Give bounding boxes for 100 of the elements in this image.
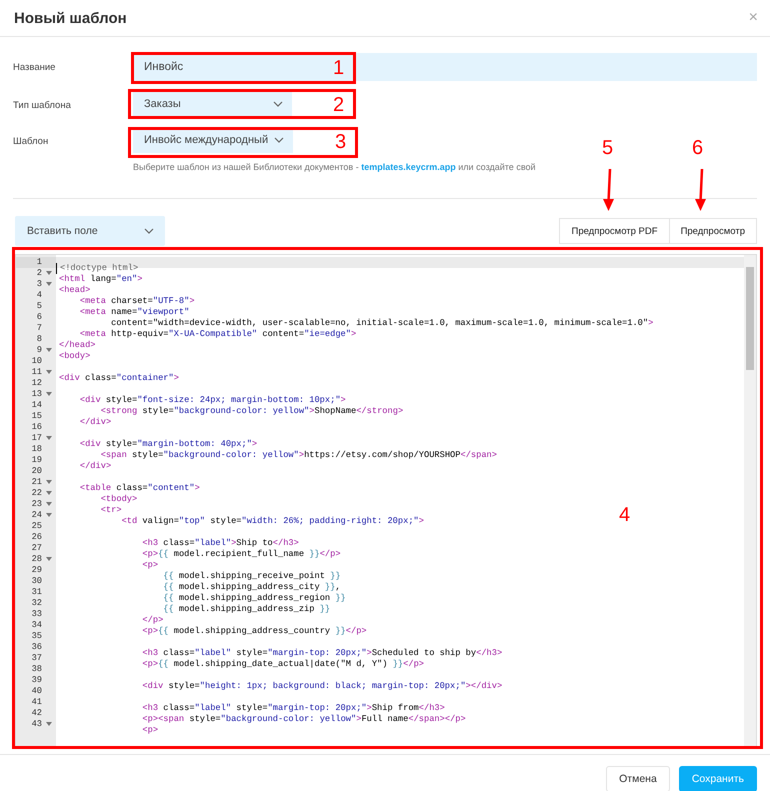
code-line: <div class="container">: [58, 373, 179, 384]
fold-arrow-icon[interactable]: [46, 370, 52, 375]
chevron-down-icon: [273, 101, 283, 107]
line-number: 12: [32, 378, 42, 389]
annotation-arrow: [601, 168, 617, 212]
code-line: <p>: [141, 725, 158, 736]
line-number: 6: [36, 312, 42, 323]
line-number: 25: [32, 521, 42, 532]
code-line: <h3 class="label" style="margin-top: 20px;">Scheduled to ship by</h3>: [141, 648, 502, 659]
fold-arrow-icon[interactable]: [46, 722, 52, 727]
fold-arrow-icon[interactable]: [46, 282, 52, 287]
chevron-down-icon: [144, 228, 154, 234]
line-number: 34: [32, 620, 42, 631]
code-line: </div>: [78, 417, 112, 428]
line-number: 40: [32, 686, 42, 697]
line-number: 43: [32, 719, 42, 730]
annotation-number: 1: [333, 58, 344, 78]
code-line: <html lang="en">: [58, 274, 142, 285]
fold-arrow-icon[interactable]: [46, 491, 52, 496]
line-number: 7: [36, 323, 42, 334]
code-line: <p>{{ model.shipping_date_actual|date("M d, Y") }}</p>: [141, 659, 424, 670]
annotation-arrow: [693, 168, 709, 212]
code-line: <p><span style="background-color: yellow">Full name</span></p>: [141, 714, 466, 725]
code-line: <meta charset="UTF-8">: [78, 296, 195, 307]
cancel-button[interactable]: Отмена: [606, 766, 670, 791]
line-number: 19: [32, 455, 42, 466]
fold-arrow-icon[interactable]: [46, 502, 52, 507]
line-number: 5: [36, 301, 42, 312]
fold-arrow-icon[interactable]: [46, 557, 52, 562]
code-line: <p>{{ model.recipient_full_name }}</p>: [141, 549, 341, 560]
code-line: </p>: [141, 615, 164, 626]
line-number: 3: [36, 279, 42, 290]
line-number: 37: [32, 653, 42, 664]
hint-text: Выберите шаблон из нашей Библиотеки документов - templates.keycrm.app или создайте свой: [133, 162, 537, 172]
fold-arrow-icon[interactable]: [46, 392, 52, 397]
dialog-title: Новый шаблон: [14, 10, 127, 26]
line-number: 22: [32, 488, 42, 499]
annotation-number: 4: [619, 505, 630, 525]
annotation-number: 2: [333, 95, 344, 115]
code-line: </head>: [58, 340, 96, 351]
line-number: 16: [32, 422, 42, 433]
line-number: 30: [32, 576, 42, 587]
line-number: 9: [36, 345, 42, 356]
line-number: 35: [32, 631, 42, 642]
annotation-number: 5: [602, 138, 614, 158]
scrollbar-thumb[interactable]: [746, 267, 754, 370]
code-line: <span style="background-color: yellow">https://etsy.com/shop/YOURSHOP</span>: [100, 450, 497, 461]
line-number: 1: [36, 257, 42, 268]
code-line: <table class="content">: [78, 483, 200, 494]
line-number: 31: [32, 587, 42, 598]
code-line: <div style="margin-bottom: 40px;">: [78, 439, 258, 450]
line-number: 42: [32, 708, 42, 719]
select-field[interactable]: Заказы: [133, 91, 292, 117]
code-line: <p>{{ model.shipping_address_country }}</p>: [141, 626, 367, 637]
preview-button[interactable]: Предпросмотр PDF: [559, 218, 670, 244]
scrollbar[interactable]: [744, 255, 756, 748]
code-line: <meta http-equiv="X-UA-Compatible" content="ie=edge">: [78, 329, 356, 340]
line-number: 28: [32, 554, 42, 565]
code-line: <h3 class="label" style="margin-top: 20px;">Ship from</h3>: [141, 703, 445, 714]
line-number: 8: [36, 334, 42, 345]
field-label: Название: [13, 61, 56, 73]
line-number: 21: [32, 477, 42, 488]
fold-arrow-icon[interactable]: [46, 271, 52, 276]
line-number: 29: [32, 565, 42, 576]
line-number: 10: [32, 356, 42, 367]
line-number: 27: [32, 543, 42, 554]
line-number: 26: [32, 532, 42, 543]
line-number: 33: [32, 609, 42, 620]
code-line: <div style="height: 1px; background: black; margin-top: 20px;"></div>: [141, 681, 502, 692]
line-number: 13: [32, 389, 42, 400]
fold-arrow-icon[interactable]: [46, 513, 52, 518]
line-number: 24: [32, 510, 42, 521]
line-number: 23: [32, 499, 42, 510]
code-line: <body>: [58, 351, 90, 362]
fold-arrow-icon[interactable]: [46, 436, 52, 441]
code-line: content="width=device-width, user-scalable=no, initial-scale=1.0, maximum-scale=1.0, minimum-scale=1.0">: [110, 318, 654, 329]
code-line: {{ model.shipping_address_zip }}: [162, 604, 330, 615]
line-number: 32: [32, 598, 42, 609]
line-number: 4: [36, 290, 42, 301]
line-number: 18: [32, 444, 42, 455]
field-label: Шаблон: [13, 135, 50, 147]
fold-arrow-icon[interactable]: [46, 480, 52, 485]
insert-field-dropdown[interactable]: Вставить поле: [15, 216, 165, 246]
line-number: 17: [32, 433, 42, 444]
code-line: <meta name="viewport": [78, 307, 190, 318]
code-line: <tr>: [100, 505, 122, 516]
line-number: 11: [32, 367, 42, 378]
code-line: <h3 class="label">Ship to</h3>: [141, 538, 299, 549]
line-number: 41: [32, 697, 42, 708]
annotation-number: 6: [692, 138, 704, 158]
line-number: 39: [32, 675, 42, 686]
annotation-number: 3: [335, 132, 346, 152]
chevron-down-icon: [274, 137, 284, 143]
fold-arrow-icon[interactable]: [46, 348, 52, 353]
line-number: 15: [32, 411, 42, 422]
line-number: 14: [32, 400, 42, 411]
code-line: <div style="font-size: 24px; margin-bottom: 10px;">: [78, 395, 346, 406]
line-number: 20: [32, 466, 42, 477]
preview-button[interactable]: Предпросмотр: [670, 218, 757, 244]
code-line: <strong style="background-color: yellow">ShopName</strong>: [100, 406, 404, 417]
